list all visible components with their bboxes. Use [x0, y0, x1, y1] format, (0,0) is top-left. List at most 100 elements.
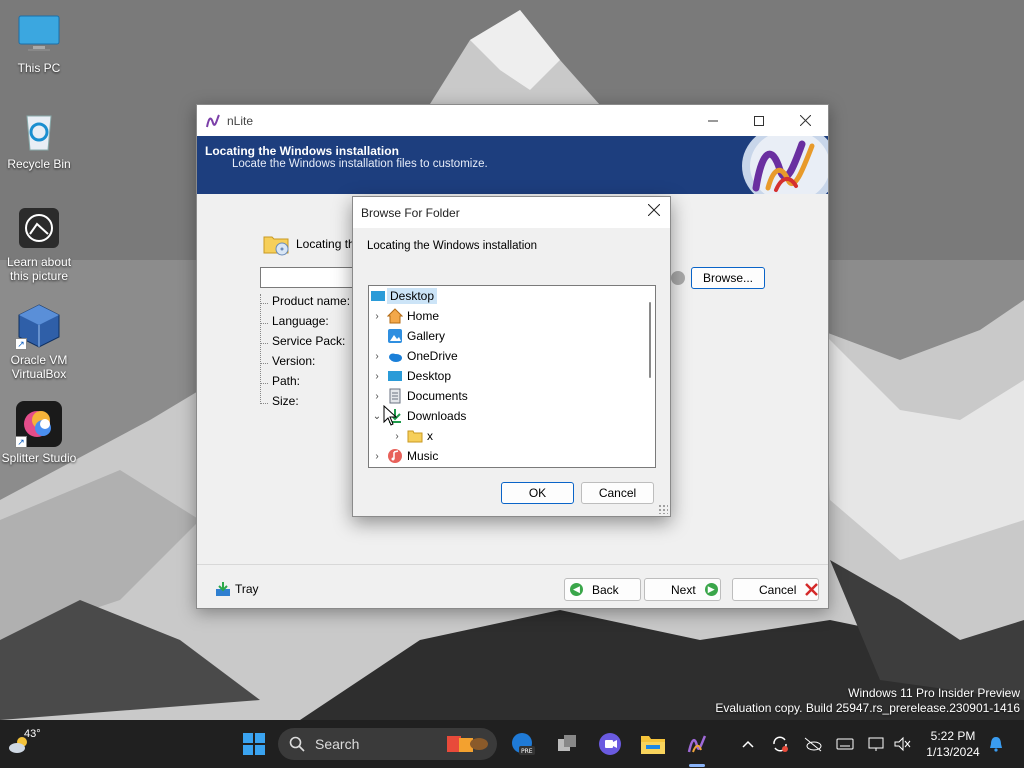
sync-icon [773, 736, 788, 752]
chevron-down-icon[interactable]: ⌄ [371, 411, 383, 422]
taskbar-edge-beta[interactable]: PRE [506, 728, 538, 760]
splitter-studio-icon: ↗ [15, 400, 63, 448]
spotlight-icon [15, 204, 63, 252]
taskbar-clock[interactable]: 5:22 PM 1/13/2024 [920, 728, 986, 760]
tree-item-gallery[interactable]: Gallery [369, 326, 641, 346]
edge-icon: PRE [512, 733, 535, 755]
weather-temp: 43° [24, 728, 41, 740]
tree-item-label: Gallery [407, 329, 446, 343]
title-bar[interactable]: nLite [197, 105, 828, 136]
chevron-right-icon[interactable]: › [371, 391, 383, 402]
shortcut-arrow-icon: ↗ [15, 436, 27, 448]
chat-icon [599, 733, 621, 755]
folder-cd-icon [263, 236, 289, 256]
chevron-right-icon[interactable]: › [371, 351, 383, 362]
info-size: Size: [260, 394, 350, 414]
maximize-button[interactable] [736, 105, 782, 136]
task-view-icon [558, 735, 576, 751]
search-placeholder: Search [315, 736, 360, 752]
tree-item-label: Documents [407, 389, 468, 403]
desktop-icon-virtualbox[interactable]: ↗ Oracle VM VirtualBox [0, 302, 78, 381]
taskbar-search[interactable]: Search [278, 728, 497, 760]
nlite-app-icon [687, 735, 707, 753]
keyboard-icon [836, 738, 854, 750]
tray-volume[interactable] [890, 728, 914, 760]
show-hidden-icons-button[interactable] [738, 728, 758, 760]
tree-item-home[interactable]: › Home [369, 306, 641, 326]
desktop-icon-label: This PC [17, 61, 61, 75]
back-button[interactable]: ◀ Back [564, 578, 641, 601]
info-path: Path: [260, 374, 350, 394]
tree-item-x[interactable]: › x [369, 426, 641, 446]
next-arrow-icon: ▶ [704, 583, 718, 596]
tray-button[interactable]: Tray [215, 581, 259, 597]
back-arrow-icon: ◀ [570, 583, 583, 596]
cloud-offline-icon [804, 737, 822, 752]
tree-item-label: Music [407, 449, 439, 463]
start-button[interactable] [238, 728, 270, 760]
clock-date: 1/13/2024 [926, 745, 980, 759]
dialog-message: Locating the Windows installation [367, 240, 538, 252]
page-header: Locating the Windows installation Locate… [197, 136, 828, 194]
desktop-icon-splitter-studio[interactable]: ↗ Splitter Studio [0, 400, 78, 465]
minimize-icon [708, 120, 718, 121]
tree-item-label: Desktop [407, 369, 452, 383]
chevron-right-icon[interactable]: › [371, 371, 383, 382]
resize-grip[interactable] [658, 504, 668, 514]
gallery-icon [387, 328, 403, 344]
dialog-cancel-button[interactable]: Cancel [581, 482, 654, 504]
cancel-button[interactable]: Cancel [732, 578, 819, 601]
chevron-right-icon[interactable]: › [371, 311, 383, 322]
ok-button[interactable]: OK [501, 482, 574, 504]
next-button[interactable]: Next ▶ [644, 578, 721, 601]
windows-logo-icon [243, 733, 265, 755]
virtualbox-icon: ↗ [15, 302, 63, 350]
browse-button[interactable]: Browse... [691, 267, 765, 289]
taskbar-file-explorer[interactable] [637, 728, 669, 760]
window-title: nLite [227, 113, 254, 128]
monitor-icon [15, 10, 63, 58]
tray-onedrive[interactable] [801, 728, 825, 760]
tree-item-documents[interactable]: › Documents [369, 386, 641, 406]
file-explorer-icon [641, 736, 665, 754]
tray-keyboard[interactable] [833, 728, 857, 760]
info-version: Version: [260, 354, 350, 374]
dialog-close-button[interactable] [640, 197, 668, 228]
tray-sync[interactable] [768, 728, 792, 760]
desktop-icon-this-pc[interactable]: This PC [0, 10, 78, 75]
taskbar-task-view[interactable] [551, 728, 583, 760]
close-icon [647, 203, 661, 217]
tree-item-desktop[interactable]: › Desktop [369, 366, 641, 386]
chevron-right-icon[interactable]: › [371, 451, 383, 462]
path-field[interactable] [260, 267, 354, 288]
tree-scrollbar[interactable] [649, 302, 651, 378]
nlite-app-icon [206, 114, 220, 127]
dialog-title-bar[interactable]: Browse For Folder [353, 197, 670, 228]
tree-item-music[interactable]: › Music [369, 446, 641, 466]
onedrive-icon [387, 348, 403, 364]
chevron-right-icon[interactable]: › [391, 431, 403, 442]
tree-item-downloads[interactable]: ⌄ Downloads [369, 406, 641, 426]
tree-item-onedrive[interactable]: › OneDrive [369, 346, 641, 366]
watermark-line-1: Windows 11 Pro Insider Preview [848, 686, 1020, 700]
tray-network[interactable] [864, 728, 888, 760]
search-icon [289, 736, 305, 752]
taskbar: 43° Search PRE 5:22 PM 1/13/2024 [0, 720, 1024, 768]
chevron-up-icon [742, 740, 754, 748]
desktop-icon-recycle-bin[interactable]: Recycle Bin [0, 106, 78, 171]
notifications-button[interactable] [986, 728, 1006, 760]
minimize-button[interactable] [690, 105, 736, 136]
desktop-icon-label: Recycle Bin [7, 157, 71, 171]
mouse-cursor-icon [383, 405, 397, 426]
music-icon [387, 448, 403, 464]
taskbar-chat[interactable] [594, 728, 626, 760]
tree-item-label: x [427, 429, 433, 443]
cancel-label: Cancel [759, 582, 797, 597]
tree-item-desktop-root[interactable]: Desktop [369, 286, 641, 306]
clock-time: 5:22 PM [930, 729, 976, 743]
folder-tree[interactable]: Desktop › Home Gallery › OneDrive › Desk… [368, 285, 656, 468]
taskbar-nlite[interactable] [681, 728, 713, 760]
close-button[interactable] [782, 105, 828, 136]
tray-icon [216, 582, 230, 596]
desktop-icon-learn-about-picture[interactable]: Learn about this picture [0, 204, 78, 283]
